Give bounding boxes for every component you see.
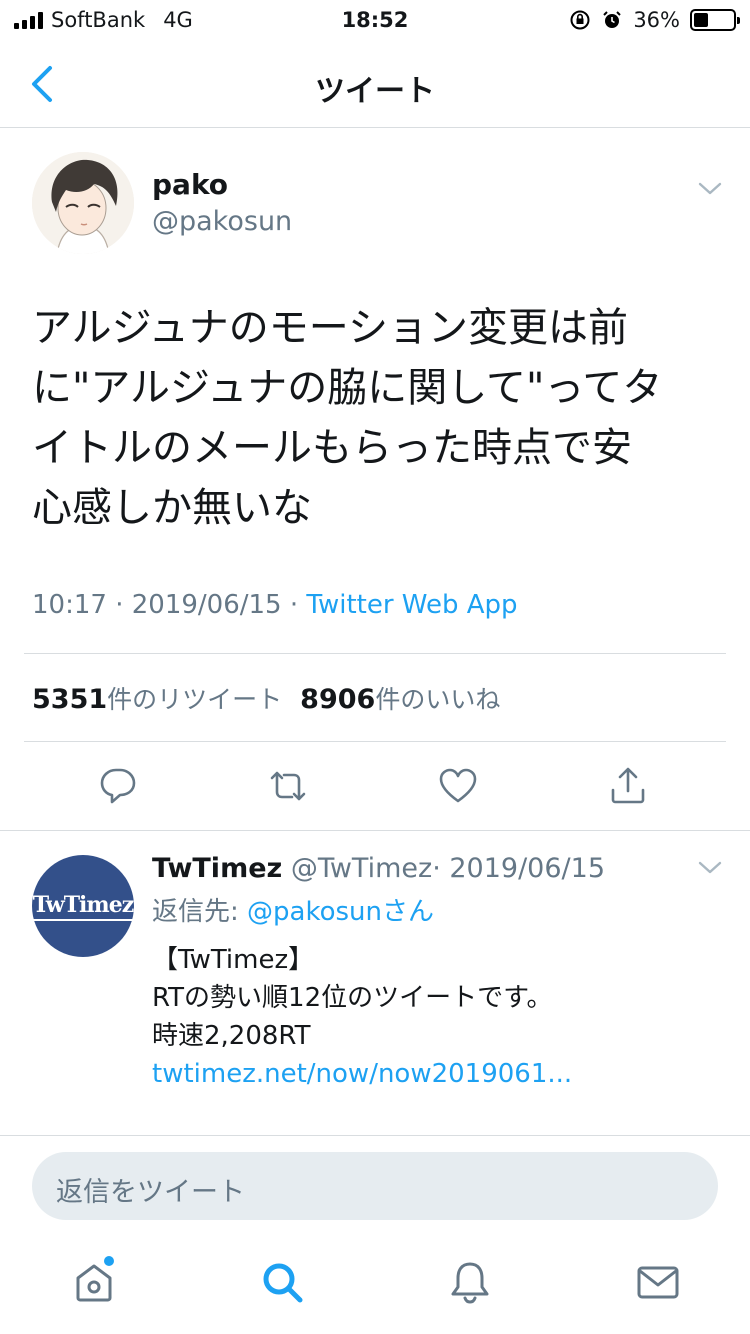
alarm-icon bbox=[603, 11, 622, 28]
reply-date: 2019/06/15 bbox=[449, 853, 605, 884]
retweet-label: 件のリツイート bbox=[107, 685, 283, 714]
reply-compose-input[interactable]: 返信をツイート bbox=[32, 1152, 718, 1220]
comment-icon[interactable] bbox=[96, 764, 140, 808]
reply-author-name[interactable]: TwTimez bbox=[152, 853, 282, 884]
chevron-down-icon[interactable] bbox=[698, 182, 722, 196]
reply-to: 返信先: @pakosunさん bbox=[152, 891, 434, 928]
share-icon[interactable] bbox=[606, 764, 650, 808]
battery-percent: 36% bbox=[633, 8, 680, 32]
tweet-source-link[interactable]: Twitter Web App bbox=[306, 590, 517, 620]
meta-separator: · bbox=[432, 853, 441, 884]
reply-tweet[interactable]: TwTimez TwTimez @TwTimez· 2019/06/15 返信先… bbox=[0, 830, 750, 1136]
chevron-down-icon[interactable] bbox=[698, 861, 722, 875]
tweet-meta: 10:17 · 2019/06/15 · Twitter Web App bbox=[32, 590, 518, 620]
bell-icon[interactable] bbox=[446, 1258, 494, 1306]
reply-body-line: 【TwTimez】 bbox=[152, 945, 315, 975]
retweet-icon[interactable] bbox=[266, 764, 310, 808]
tweet-text-line: アルジュナのモーション変更は前 bbox=[32, 305, 628, 351]
new-tweets-dot bbox=[104, 1256, 114, 1266]
reply-to-prefix: 返信先: bbox=[152, 897, 248, 927]
reply-body-line: 時速2,208RT bbox=[152, 1021, 311, 1051]
tweet-text-line: に"アルジュナの脇に関して"ってタ bbox=[32, 365, 663, 411]
tweet-date: 2019/06/15 bbox=[131, 590, 282, 620]
reply-header: TwTimez @TwTimez· 2019/06/15 bbox=[152, 853, 605, 884]
reply-avatar-logo: TwTimez bbox=[32, 892, 134, 921]
avatar-illustration-icon bbox=[32, 152, 134, 254]
divider bbox=[24, 653, 726, 654]
status-right: 36% bbox=[569, 8, 740, 32]
reply-link[interactable]: twtimez.net/now/now2019061... bbox=[152, 1055, 712, 1093]
author-handle[interactable]: @pakosun bbox=[152, 206, 292, 237]
nav-bar: ツイート bbox=[0, 40, 750, 128]
tweet-text-line: 心感しか無いな bbox=[32, 485, 312, 531]
author-name[interactable]: pako bbox=[152, 168, 228, 201]
tweet-text-line: イトルのメールもらった時点で安 bbox=[32, 425, 632, 471]
mail-icon[interactable] bbox=[634, 1258, 682, 1306]
battery-icon bbox=[690, 9, 740, 31]
page-title: ツイート bbox=[315, 74, 435, 109]
orientation-lock-icon bbox=[570, 10, 590, 30]
like-stat[interactable]: 8906件のいいね bbox=[300, 684, 501, 715]
status-bar: SoftBank 4G 18:52 36% bbox=[0, 0, 750, 40]
tweet-time: 10:17 bbox=[32, 590, 107, 620]
reply-author-handle[interactable]: @TwTimez bbox=[291, 853, 432, 884]
divider bbox=[24, 741, 726, 742]
tweet-actions bbox=[0, 764, 750, 824]
meta-separator: · bbox=[115, 590, 124, 620]
heart-icon[interactable] bbox=[436, 764, 480, 808]
retweet-count: 5351 bbox=[32, 684, 108, 715]
author-avatar[interactable] bbox=[32, 152, 134, 254]
reply-avatar[interactable]: TwTimez bbox=[32, 855, 134, 957]
search-icon[interactable] bbox=[258, 1258, 306, 1306]
tweet-stats: 5351件のリツイート 8906件のいいね bbox=[32, 680, 500, 716]
retweet-stat[interactable]: 5351件のリツイート bbox=[32, 684, 283, 715]
reply-body: 【TwTimez】 RTの勢い順12位のツイートです。 時速2,208RT tw… bbox=[152, 941, 712, 1093]
tweet-text: アルジュナのモーション変更は前 に"アルジュナの脇に関して"ってタ イトルのメー… bbox=[32, 298, 722, 538]
compose-placeholder: 返信をツイート bbox=[56, 1177, 245, 1208]
reply-to-mention[interactable]: @pakosunさん bbox=[247, 897, 434, 927]
reply-body-line: RTの勢い順12位のツイートです。 bbox=[152, 983, 553, 1013]
like-label: 件のいいね bbox=[375, 685, 501, 714]
meta-separator: · bbox=[289, 590, 299, 620]
like-count: 8906 bbox=[300, 684, 376, 715]
tab-bar bbox=[0, 1236, 750, 1334]
